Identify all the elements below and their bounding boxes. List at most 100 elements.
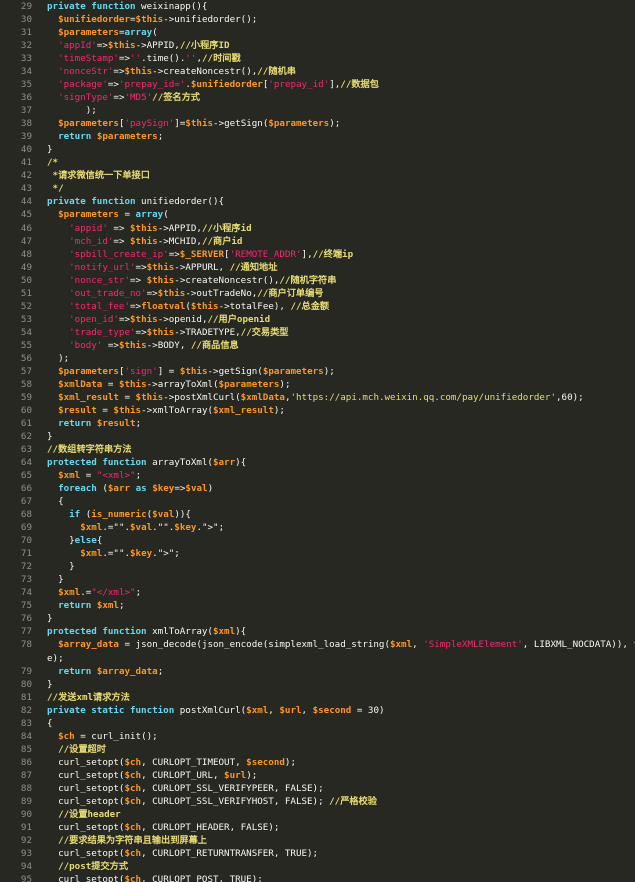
code-token: $ch (124, 821, 142, 833)
code-token: protected function (47, 626, 147, 638)
code-token: curl_setopt( (47, 782, 125, 794)
code-token: $xml (246, 704, 269, 716)
code-token: => (96, 40, 108, 52)
code-token: => (113, 66, 125, 78)
code-line: 61 return $result; (0, 417, 635, 430)
code-token: $this (124, 66, 153, 78)
code-text: //post提交方式 (47, 860, 128, 873)
code-token: $this (185, 118, 214, 130)
line-number: 51 (20, 287, 32, 299)
code-line: 58 $xmlData = $this->arrayToXml($paramet… (0, 378, 635, 391)
code-token: curl_setopt( (47, 756, 125, 768)
line-number: 40 (20, 144, 32, 156)
line-number: 67 (20, 496, 32, 508)
code-text: $xmlData = $this->arrayToXml($parameters… (47, 378, 290, 391)
line-number: 49 (20, 261, 32, 273)
code-token: } (47, 678, 53, 690)
code-token: $xml (212, 626, 236, 638)
code-line: 91 curl_setopt($ch, CURLOPT_HEADER, FALS… (0, 821, 635, 834)
code-token: return (58, 131, 92, 143)
code-token: $xmlData (58, 378, 103, 390)
code-token: //时间戳 (202, 53, 241, 65)
code-token: , CURLOPT_POST, TRUE); (141, 874, 263, 882)
code-token: ( (152, 27, 158, 39)
code-text: curl_setopt($ch, CURLOPT_SSL_VERIFYHOST,… (47, 795, 377, 808)
code-text: 'nonceStr'=>$this->createNoncestr(),//随机… (47, 65, 296, 78)
line-number: 87 (20, 769, 32, 781)
code-token: //总金额 (290, 300, 330, 312)
code-line: e); (0, 652, 635, 665)
code-token: ( (163, 209, 169, 221)
code-text: 'nonce_str'=> $this->createNoncestr(),//… (47, 274, 336, 287)
code-line: 54 'trade_type'=>$this->TRADETYPE,//交易类型 (0, 326, 635, 339)
code-line: 94 //post提交方式 (0, 860, 635, 873)
code-token: //商户订单编号 (257, 287, 324, 299)
code-token: => (135, 326, 147, 338)
code-text: $unifiedorder=$this->unifiedorder(); (47, 13, 257, 26)
code-text: } (47, 678, 53, 691)
code-line: 93 curl_setopt($ch, CURLOPT_RETURNTRANSF… (0, 847, 635, 860)
code-token: ; (135, 417, 142, 429)
line-number: 77 (20, 626, 32, 638)
code-token: } (47, 144, 53, 156)
code-token: $ch (124, 769, 142, 781)
code-text: e); (47, 652, 64, 665)
code-token: //小程序ID (179, 40, 230, 52)
line-number: 35 (20, 79, 32, 91)
code-text: private static function postXmlCurl($xml… (47, 704, 385, 717)
code-token: ); (329, 118, 341, 130)
code-line: 88 curl_setopt($ch, CURLOPT_SSL_VERIFYPE… (0, 782, 635, 795)
code-token: => (113, 235, 131, 247)
code-editor[interactable]: 29 private function weixinapp(){30 $unifi… (0, 0, 635, 882)
code-line: 35 'package'=>'prepay_id='.$unifiedorder… (0, 78, 635, 91)
code-text: $xml = "<xml>"; (47, 469, 141, 482)
code-line: 95 curl_setopt($ch, CURLOPT_POST, TRUE); (0, 873, 635, 882)
code-line: 48 'spbill_create_ip'=>$_SERVER['REMOTE_… (0, 248, 635, 261)
line-number: 57 (20, 365, 32, 377)
code-line: 78 $array_data = json_decode(json_encode… (0, 638, 635, 651)
code-token: { (96, 535, 103, 547)
code-token: , CURLOPT_RETURNTRANSFER, TRUE); (141, 847, 319, 859)
code-token: //用户openid (207, 313, 271, 325)
code-token: //数据包 (340, 79, 379, 91)
code-text: 'open_id'=>$this->openid,//用户openid (47, 313, 270, 326)
code-token: ->MCHID, (157, 235, 202, 247)
code-line: 59 $xml_result = $this->postXmlCurl($xml… (0, 391, 635, 404)
code-text: *请求微信统一下单接口 (47, 169, 150, 182)
code-line: 43 */ (0, 182, 635, 195)
code-line: 56 ); (0, 352, 635, 365)
code-token: $key (174, 522, 197, 534)
line-number: 76 (20, 613, 32, 625)
code-line: 63 //数组转字符串方法 (0, 443, 635, 456)
code-text: 'timeStamp'=>''.time().'',//时间戳 (47, 52, 241, 65)
code-token: => (118, 313, 131, 325)
line-number: 63 (20, 444, 32, 456)
code-token: ; (135, 470, 142, 482)
code-token: = (118, 391, 136, 403)
code-token: } (47, 574, 64, 586)
code-token: 'appid' (69, 222, 108, 234)
code-token: //商户id (201, 235, 243, 247)
line-number: 83 (20, 717, 32, 729)
code-token: e); (47, 652, 64, 664)
code-text: 'mch_id'=> $this->MCHID,//商户id (47, 235, 242, 248)
code-text: { (47, 717, 53, 730)
code-text: return $array_data; (47, 665, 163, 678)
code-token: ; (135, 587, 142, 599)
code-line: 32 'appId'=>$this->APPID,//小程序ID (0, 39, 635, 52)
code-token: 'SimpleXMLElement' (423, 639, 523, 651)
code-token: 'timeStamp' (58, 53, 119, 65)
line-number: 39 (20, 131, 32, 143)
code-token: weixinapp(){ (135, 1, 208, 12)
code-line: 83 { (0, 717, 635, 730)
code-token: ->postXmlCurl( (163, 391, 241, 403)
code-token: xmlToArray( (146, 626, 213, 638)
